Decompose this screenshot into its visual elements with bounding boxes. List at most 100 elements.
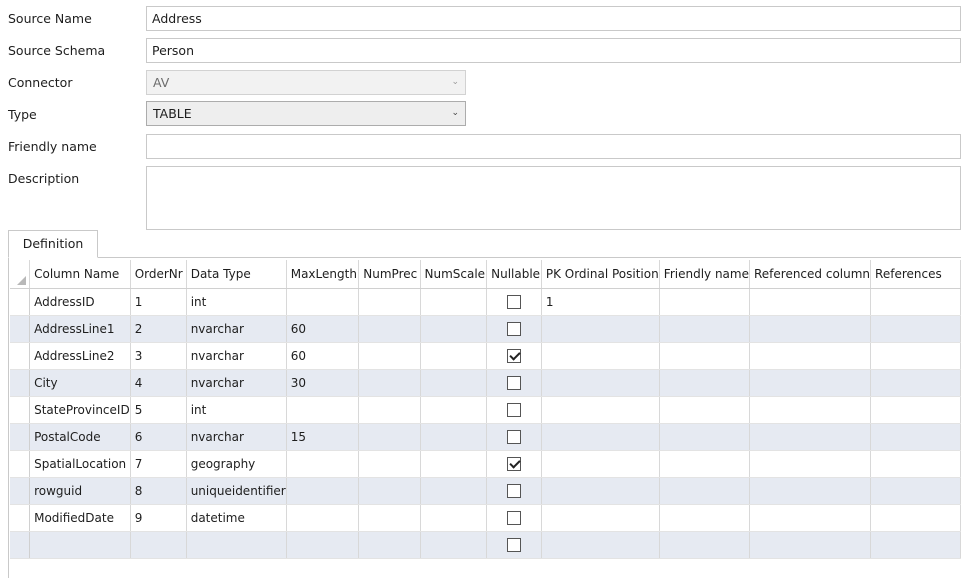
- checkbox-icon[interactable]: [506, 294, 521, 309]
- table-row[interactable]: AddressLine2 3 nvarchar 60: [10, 342, 961, 370]
- cell-numscale[interactable]: [420, 396, 488, 424]
- cell-numprec[interactable]: [358, 369, 421, 397]
- cell-friendly-name[interactable]: [659, 477, 750, 505]
- cell-friendly-name[interactable]: [659, 369, 750, 397]
- cell-numprec[interactable]: [358, 423, 421, 451]
- col-header-data-type[interactable]: Data Type: [186, 260, 287, 289]
- row-header[interactable]: [10, 315, 31, 343]
- cell-numprec[interactable]: [358, 477, 421, 505]
- cell-maxlength[interactable]: [286, 288, 360, 316]
- cell-numscale[interactable]: [420, 504, 488, 532]
- cell-pk-ordinal[interactable]: [541, 396, 660, 424]
- cell-maxlength[interactable]: [286, 504, 360, 532]
- cell-numprec[interactable]: [358, 315, 421, 343]
- cell-column-name[interactable]: AddressLine1: [29, 315, 131, 343]
- cell-pk-ordinal[interactable]: [541, 342, 660, 370]
- cell-numscale[interactable]: [420, 450, 488, 478]
- cell-column-name[interactable]: rowguid: [29, 477, 131, 505]
- cell-data-type[interactable]: [186, 531, 287, 559]
- source-name-field[interactable]: Address: [146, 6, 961, 31]
- cell-ordernr[interactable]: 3: [130, 342, 187, 370]
- col-header-ordernr[interactable]: OrderNr: [130, 260, 187, 289]
- row-header[interactable]: [10, 369, 31, 397]
- cell-data-type[interactable]: geography: [186, 450, 287, 478]
- table-row[interactable]: PostalCode 6 nvarchar 15: [10, 423, 961, 451]
- cell-maxlength[interactable]: 60: [286, 315, 360, 343]
- cell-references[interactable]: [870, 315, 961, 343]
- cell-numprec[interactable]: [358, 531, 421, 559]
- cell-ordernr[interactable]: [130, 531, 187, 559]
- cell-data-type[interactable]: int: [186, 396, 287, 424]
- cell-references[interactable]: [870, 504, 961, 532]
- cell-numscale[interactable]: [420, 369, 488, 397]
- cell-referenced-column[interactable]: [749, 369, 872, 397]
- cell-ordernr[interactable]: 4: [130, 369, 187, 397]
- cell-pk-ordinal[interactable]: [541, 450, 660, 478]
- cell-friendly-name[interactable]: [659, 396, 750, 424]
- cell-column-name[interactable]: [29, 531, 131, 559]
- cell-references[interactable]: [870, 423, 961, 451]
- col-header-friendly-name[interactable]: Friendly name: [659, 260, 750, 289]
- cell-numscale[interactable]: [420, 477, 488, 505]
- cell-friendly-name[interactable]: [659, 315, 750, 343]
- checkbox-icon[interactable]: [506, 402, 521, 417]
- cell-ordernr[interactable]: 9: [130, 504, 187, 532]
- col-header-referenced-column[interactable]: Referenced column: [749, 260, 872, 289]
- cell-references[interactable]: [870, 342, 961, 370]
- cell-column-name[interactable]: AddressID: [29, 288, 131, 316]
- cell-numprec[interactable]: [358, 396, 421, 424]
- cell-numprec[interactable]: [358, 288, 421, 316]
- cell-maxlength[interactable]: 30: [286, 369, 360, 397]
- cell-references[interactable]: [870, 531, 961, 559]
- cell-pk-ordinal[interactable]: [541, 504, 660, 532]
- cell-pk-ordinal[interactable]: [541, 531, 660, 559]
- table-row[interactable]: AddressID 1 int 1: [10, 288, 961, 316]
- cell-numscale[interactable]: [420, 531, 488, 559]
- row-header[interactable]: [10, 504, 31, 532]
- cell-numprec[interactable]: [358, 504, 421, 532]
- checkbox-icon[interactable]: [506, 429, 521, 444]
- cell-references[interactable]: [870, 396, 961, 424]
- col-header-nullable[interactable]: Nullable: [486, 260, 542, 289]
- row-header[interactable]: [10, 396, 31, 424]
- table-row[interactable]: AddressLine1 2 nvarchar 60: [10, 315, 961, 343]
- tab-definition[interactable]: Definition: [8, 230, 98, 258]
- table-row[interactable]: City 4 nvarchar 30: [10, 369, 961, 397]
- cell-pk-ordinal[interactable]: 1: [541, 288, 660, 316]
- cell-referenced-column[interactable]: [749, 423, 872, 451]
- cell-friendly-name[interactable]: [659, 342, 750, 370]
- cell-data-type[interactable]: nvarchar: [186, 342, 287, 370]
- col-header-references[interactable]: References: [870, 260, 961, 289]
- description-field[interactable]: [146, 166, 961, 230]
- cell-references[interactable]: [870, 450, 961, 478]
- checkbox-icon[interactable]: [506, 375, 521, 390]
- cell-ordernr[interactable]: 5: [130, 396, 187, 424]
- table-row[interactable]: rowguid 8 uniqueidentifier: [10, 477, 961, 505]
- checkbox-icon[interactable]: [506, 537, 521, 552]
- cell-references[interactable]: [870, 369, 961, 397]
- cell-friendly-name[interactable]: [659, 531, 750, 559]
- checkbox-icon[interactable]: [506, 321, 521, 336]
- cell-referenced-column[interactable]: [749, 396, 872, 424]
- cell-data-type[interactable]: nvarchar: [186, 423, 287, 451]
- cell-data-type[interactable]: nvarchar: [186, 315, 287, 343]
- source-schema-field[interactable]: Person: [146, 38, 961, 63]
- cell-references[interactable]: [870, 477, 961, 505]
- row-header[interactable]: [10, 288, 31, 316]
- table-row[interactable]: StateProvinceID 5 int: [10, 396, 961, 424]
- table-row[interactable]: SpatialLocation 7 geography: [10, 450, 961, 478]
- cell-pk-ordinal[interactable]: [541, 369, 660, 397]
- cell-numscale[interactable]: [420, 342, 488, 370]
- cell-numscale[interactable]: [420, 315, 488, 343]
- cell-ordernr[interactable]: 1: [130, 288, 187, 316]
- select-all-corner-icon[interactable]: [10, 260, 31, 289]
- cell-ordernr[interactable]: 2: [130, 315, 187, 343]
- cell-friendly-name[interactable]: [659, 504, 750, 532]
- cell-referenced-column[interactable]: [749, 315, 872, 343]
- cell-maxlength[interactable]: 15: [286, 423, 360, 451]
- cell-maxlength[interactable]: [286, 477, 360, 505]
- cell-data-type[interactable]: datetime: [186, 504, 287, 532]
- cell-referenced-column[interactable]: [749, 288, 872, 316]
- table-row[interactable]: ModifiedDate 9 datetime: [10, 504, 961, 532]
- cell-column-name[interactable]: SpatialLocation: [29, 450, 131, 478]
